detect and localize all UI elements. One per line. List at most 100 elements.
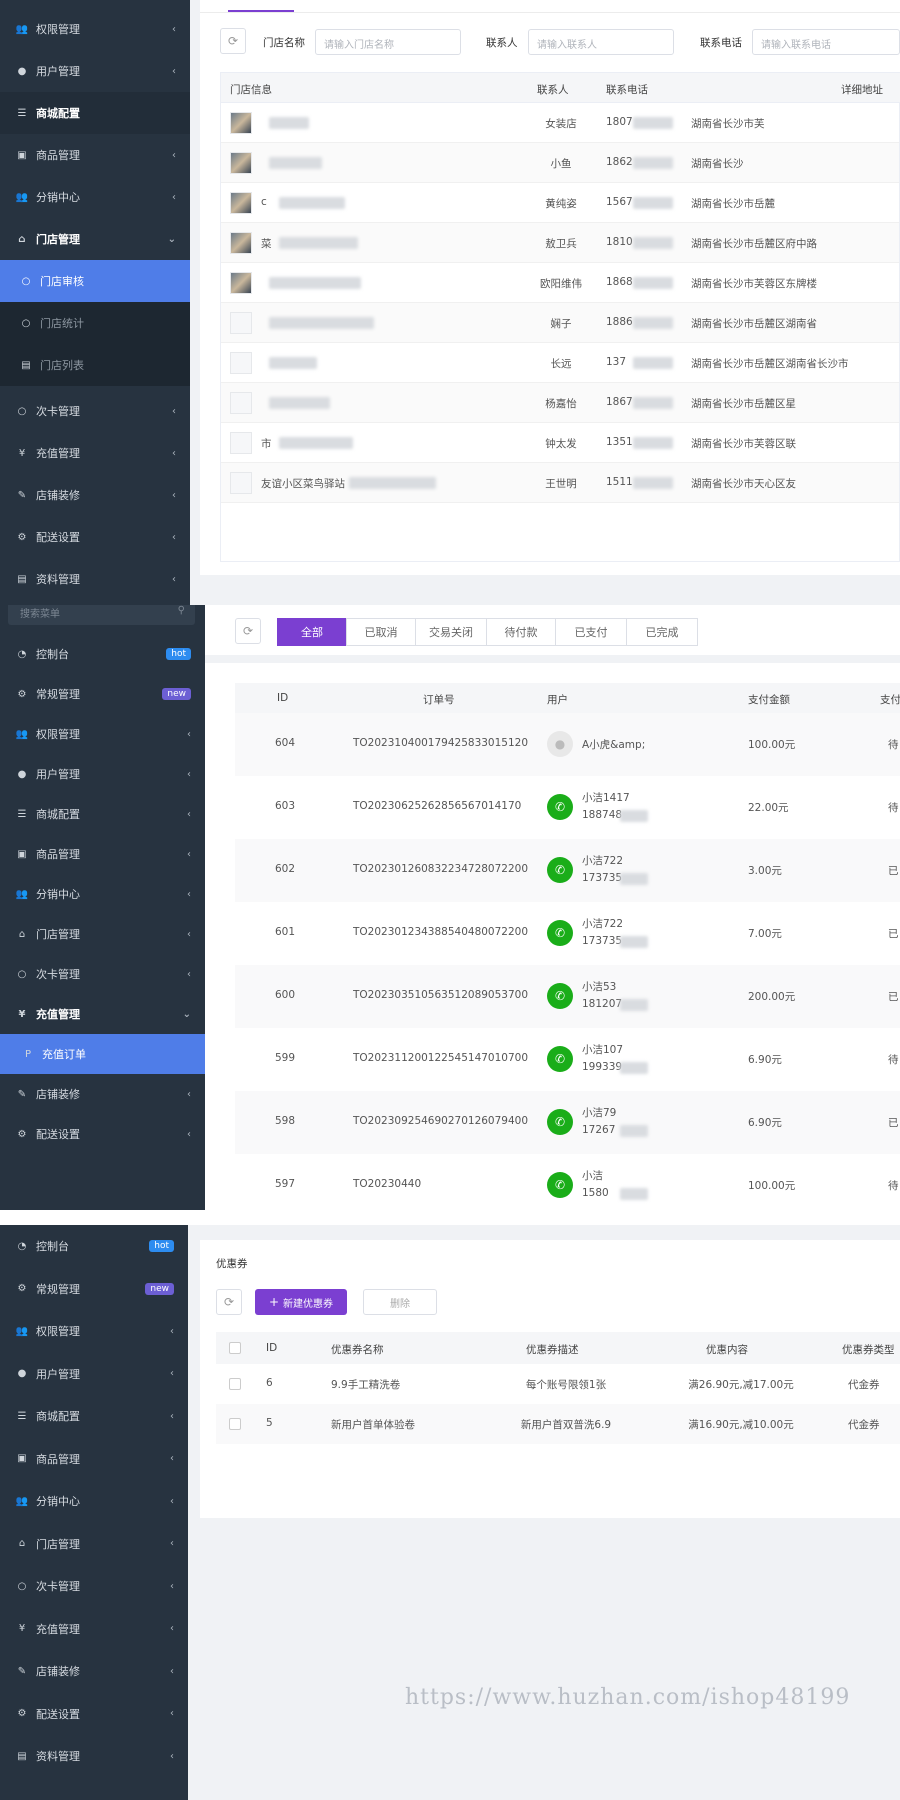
col-order-no: 订单号 xyxy=(423,694,455,706)
sidebar-item[interactable]: ✎ 店铺装修 ‹ xyxy=(0,1074,205,1114)
sidebar-item[interactable]: ○ 次卡管理 ‹ xyxy=(0,1565,188,1608)
sidebar-item[interactable]: ☰ 商城配置 ‹ xyxy=(0,1395,188,1438)
sidebar-item[interactable]: ◔ 控制台 hot xyxy=(0,634,205,674)
table-header: 门店信息 联系人 联系电话 详细地址 xyxy=(221,73,900,103)
table-row[interactable]: 小鱼 1862 湖南省长沙 xyxy=(221,143,899,183)
new-coupon-button[interactable]: + 新建优惠券 xyxy=(255,1289,347,1315)
sidebar-item[interactable]: P 充值订单 xyxy=(0,1034,205,1074)
chevron-left-icon: ‹ xyxy=(170,1623,174,1635)
select-all-checkbox[interactable] xyxy=(229,1342,241,1354)
redacted xyxy=(269,157,322,169)
table-row[interactable]: 600 TO20230351056351208905370​0 ✆ 小洁53 18120… xyxy=(235,965,900,1028)
table-row[interactable]: 友谊小区菜鸟驿站 王世明 1511 湖南省长沙市天心区友 xyxy=(221,463,899,503)
sidebar-item-cards[interactable]: ○ 次卡管理 ‹ xyxy=(0,390,190,432)
sidebar-item[interactable]: 👥 权限管理 ‹ xyxy=(0,1310,188,1353)
refresh-button[interactable]: ⟳ xyxy=(235,618,261,644)
table-row[interactable]: 5 新用户首单体验卷 新用户首双普洗6.9 满16.90元,减10.00元 代金券 xyxy=(216,1404,900,1444)
sidebar-item[interactable]: ● 用户管理 ‹ xyxy=(0,754,205,794)
redacted xyxy=(279,237,358,249)
sidebar-item-store-stats[interactable]: ○ 门店统计 xyxy=(0,302,190,344)
chevron-left-icon: ‹ xyxy=(187,1088,191,1100)
table-row[interactable]: 菜 敖卫兵 1810 湖南省长沙市岳麓区府中路 xyxy=(221,223,899,263)
store-address: 湖南省长沙市芙 xyxy=(691,118,765,130)
table-row[interactable]: 602 TO20230126083223472807220​0 ✆ 小洁722 1737… xyxy=(235,839,900,902)
status-tab[interactable]: 全部 xyxy=(277,618,347,646)
refresh-button[interactable]: ⟳ xyxy=(216,1289,242,1315)
box-icon: ▣ xyxy=(17,1453,27,1465)
sidebar-item[interactable]: ⚙ 常规管理 new xyxy=(0,674,205,714)
sidebar-item-store-list[interactable]: ▤ 门店列表 xyxy=(0,344,190,386)
chevron-left-icon: ‹ xyxy=(170,1453,174,1465)
gears-icon: ⚙ xyxy=(17,1708,27,1720)
status-tab[interactable]: 交易关闭 xyxy=(415,618,487,646)
sidebar-item[interactable]: ⚙ 常规管理 new xyxy=(0,1268,188,1311)
table-row[interactable]: 6 9.9手工精洗卷 每个账号限领1张 满26.90元,减17.00元 代金券 xyxy=(216,1364,900,1404)
table-row[interactable]: c 黄纯姿 1567 湖南省长沙市岳麓 xyxy=(221,183,899,223)
status-tab[interactable]: 已支付 xyxy=(555,618,627,646)
table-row[interactable]: 欧阳维伟 1868 湖南省长沙市芙蓉区东牌楼 xyxy=(221,263,899,303)
table-row[interactable]: 598 TO20230925469027012607940​0 ✆ 小洁79 17267… xyxy=(235,1091,900,1154)
menu-search[interactable]: 搜索菜单 ⚲ xyxy=(8,605,195,625)
sidebar-item[interactable]: ▣ 商品管理 ‹ xyxy=(0,834,205,874)
sidebar-item[interactable]: ▤ 资料管理 ‹ xyxy=(0,1735,188,1778)
sidebar-item[interactable]: ¥ 充值管理 ‹ xyxy=(0,1608,188,1651)
coupon-table: ID 优惠券名称 优惠券描述 优惠内容 优惠券类型 6 9.9手工精洗卷 每个账号限… xyxy=(216,1332,900,1447)
status-tab[interactable]: 待付款 xyxy=(486,618,556,646)
sidebar-item-permissions[interactable]: 👥 权限管理 ‹ xyxy=(0,8,190,50)
sidebar-item-delivery[interactable]: ⚙ 配送设置 ‹ xyxy=(0,516,190,558)
sidebar-item-distribution[interactable]: 👥 分销中心 ‹ xyxy=(0,176,190,218)
sidebar-item[interactable]: ● 用户管理 ‹ xyxy=(0,1353,188,1396)
sidebar-item[interactable]: 👥 分销中心 ‹ xyxy=(0,1480,188,1523)
sidebar-item[interactable]: ⚙ 配送设置 ‹ xyxy=(0,1114,205,1154)
row-checkbox[interactable] xyxy=(229,1378,241,1390)
table-row[interactable]: 市 钟太发 1351 湖南省长沙市芙蓉区联 xyxy=(221,423,899,463)
pay-amount: 100.00元 xyxy=(748,739,796,751)
sidebar-item-products[interactable]: ▣ 商品管理 ‹ xyxy=(0,134,190,176)
store-thumbnail xyxy=(230,432,252,454)
sidebar-item[interactable]: ⌂ 门店管理 ‹ xyxy=(0,914,205,954)
sidebar-item[interactable]: 👥 权限管理 ‹ xyxy=(0,714,205,754)
table-row[interactable]: 601 TO20230123438854048007220​0 ✆ 小洁722 1737… xyxy=(235,902,900,965)
col-amount: 支付金额 xyxy=(748,694,790,706)
status-tab[interactable]: 已取消 xyxy=(346,618,416,646)
sidebar-item-store-review[interactable]: ○ 门店审核 xyxy=(0,260,190,302)
chevron-left-icon: ‹ xyxy=(172,191,176,203)
table-row[interactable]: 女装店 1807 湖南省长沙市芙 xyxy=(221,103,899,143)
sidebar-item[interactable]: 👥 分销中心 ‹ xyxy=(0,874,205,914)
phone-input[interactable]: 请输入联系电话 xyxy=(752,29,900,55)
order-id: 604 xyxy=(275,737,296,749)
row-checkbox[interactable] xyxy=(229,1418,241,1430)
order-id: 599 xyxy=(275,1052,296,1064)
table-row[interactable]: 杨嘉怡 1867 湖南省长沙市岳麓区星 xyxy=(221,383,899,423)
sidebar-item[interactable]: ⌂ 门店管理 ‹ xyxy=(0,1523,188,1566)
store-name-input[interactable]: 请输入门店名称 xyxy=(315,29,461,55)
sidebar-item-decoration[interactable]: ✎ 店铺装修 ‹ xyxy=(0,474,190,516)
sidebar-item[interactable]: ¥ 充值管理 ⌄ xyxy=(0,994,205,1034)
table-row[interactable]: 娴子 1886 湖南省长沙市岳麓区湖南省 xyxy=(221,303,899,343)
refresh-button[interactable]: ⟳ xyxy=(220,28,246,54)
chevron-down-icon: ⌄ xyxy=(182,1008,191,1020)
dashboard-icon: ◔ xyxy=(17,1240,27,1252)
sidebar-item-mall-config[interactable]: ☰ 商城配置 xyxy=(0,92,190,134)
table-row[interactable]: 604 TO20231040017942583301512​0 ● A小虎&amp; 1… xyxy=(235,713,900,776)
sidebar-item-stores[interactable]: ⌂ 门店管理 ⌄ xyxy=(0,218,190,260)
sliders-icon: ☰ xyxy=(17,1410,27,1422)
sidebar-item[interactable]: ○ 次卡管理 ‹ xyxy=(0,954,205,994)
delete-button[interactable]: 删除 xyxy=(363,1289,437,1315)
sidebar-item[interactable]: ◔ 控制台 hot xyxy=(0,1225,188,1268)
table-row[interactable]: 603 TO20230625262856567014170 ✆ 小洁1417 18874… xyxy=(235,776,900,839)
pay-amount: 100.00元 xyxy=(748,1180,796,1192)
table-row[interactable]: 597 TO20230440 ✆ 小洁 1580 100.00元 待 xyxy=(235,1154,900,1210)
sidebar-item-materials[interactable]: ▤ 资料管理 ‹ xyxy=(0,558,190,600)
sidebar-item[interactable]: ⚙ 配送设置 ‹ xyxy=(0,1693,188,1736)
table-row[interactable]: 长远 137 湖南省长沙市岳麓区湖南省长沙市 xyxy=(221,343,899,383)
sidebar-item[interactable]: ▣ 商品管理 ‹ xyxy=(0,1438,188,1481)
sidebar-item-users[interactable]: ● 用户管理 ‹ xyxy=(0,50,190,92)
table-row[interactable]: 599 TO20231120012254514701070​0 ✆ 小洁107 1993… xyxy=(235,1028,900,1091)
status-tab[interactable]: 已完成 xyxy=(626,618,698,646)
order-number: TO20231120012254514701070​0 xyxy=(353,1052,528,1064)
sidebar-item[interactable]: ☰ 商城配置 ‹ xyxy=(0,794,205,834)
sidebar-item[interactable]: ✎ 店铺装修 ‹ xyxy=(0,1650,188,1693)
sidebar-item-recharge[interactable]: ¥ 充值管理 ‹ xyxy=(0,432,190,474)
contact-input[interactable]: 请输入联系人 xyxy=(528,29,674,55)
